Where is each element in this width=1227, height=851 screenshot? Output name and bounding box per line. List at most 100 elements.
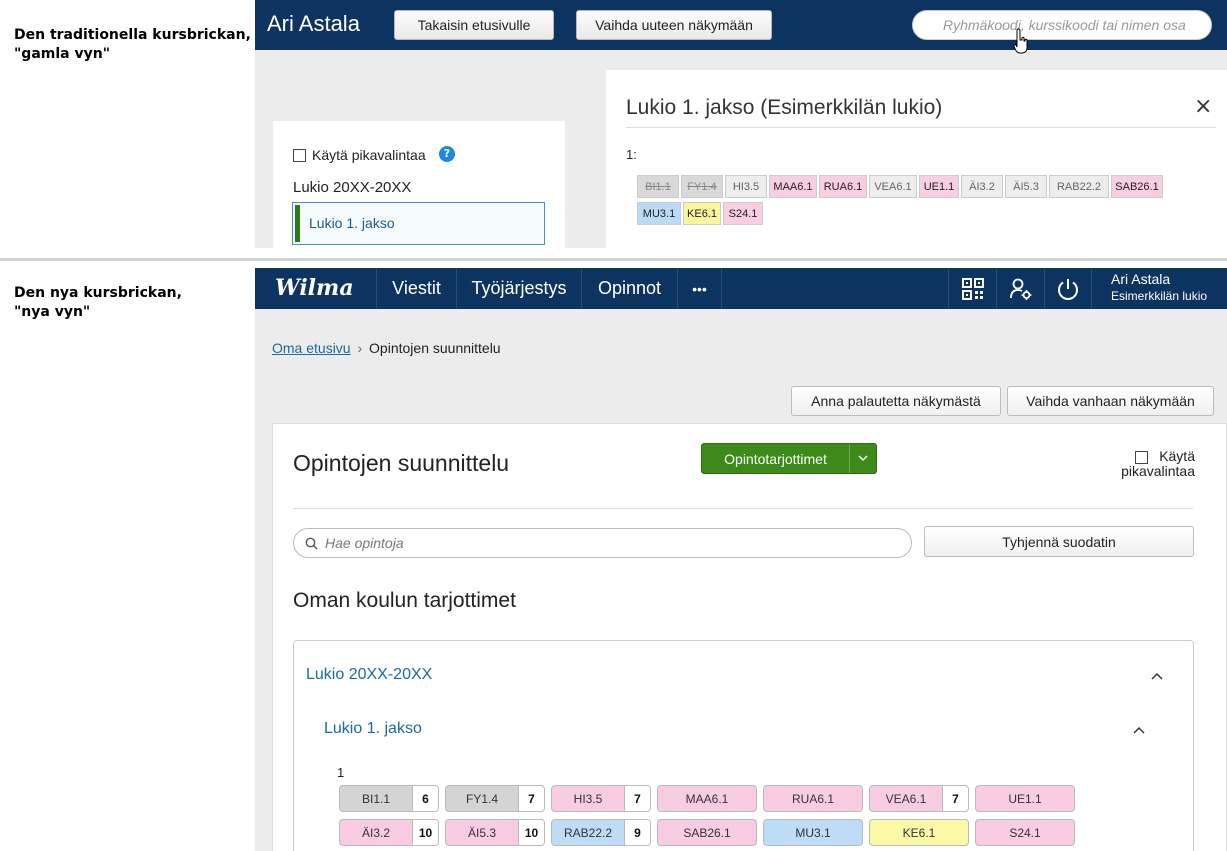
search-placeholder: Hae opintoja	[325, 535, 404, 551]
help-icon[interactable]: ?	[439, 146, 455, 162]
course-chip[interactable]: S24.1	[975, 819, 1075, 846]
old-quick-select-checkbox[interactable]	[293, 149, 306, 162]
old-course-panel: Lukio 1. jakso (Esimerkkilän lukio) × 1:…	[606, 70, 1227, 248]
course-chip[interactable]: UE1.1	[975, 785, 1075, 812]
breadcrumb: Oma etusivu › Opintojen suunnittelu	[272, 340, 501, 356]
power-logout-icon[interactable]	[1044, 268, 1092, 309]
course-chip[interactable]: RUA6.1	[763, 785, 863, 812]
divider	[293, 508, 1193, 509]
old-period-item[interactable]: Lukio 1. jakso	[292, 202, 545, 245]
course-chip[interactable]: UE1.1	[919, 175, 959, 198]
course-chip[interactable]: VEA6.1 7	[869, 785, 969, 812]
close-icon[interactable]: ×	[1194, 96, 1212, 118]
top-navigation: Wilma Viestit Työjärjestys Opinnot ••• A…	[255, 268, 1227, 309]
course-chip[interactable]: MAA6.1	[657, 785, 757, 812]
course-code: BI1.1	[361, 791, 391, 806]
course-code: FY1.4	[465, 791, 498, 806]
course-chip[interactable]: MAA6.1	[769, 175, 817, 198]
back-to-home-button[interactable]: Takaisin etusivulle	[394, 10, 554, 40]
breadcrumb-home-link[interactable]: Oma etusivu	[272, 340, 351, 356]
course-chip[interactable]: RAB22.2	[1049, 175, 1109, 198]
nav-messages[interactable]: Viestit	[376, 268, 456, 309]
course-code: RAB22.2	[563, 825, 613, 840]
user-settings-icon[interactable]	[996, 268, 1044, 309]
period-accordion-header[interactable]: Lukio 1. jakso	[324, 720, 422, 738]
course-code: VEA6.1	[885, 791, 927, 806]
course-count: 10	[412, 820, 438, 845]
course-count: 7	[942, 786, 968, 811]
offerings-split-button[interactable]: Opintotarjottimet	[701, 443, 877, 474]
nav-studies[interactable]: Opinnot	[581, 268, 677, 309]
old-quick-select-label: Käytä pikavalintaa	[312, 147, 426, 163]
wilma-logo[interactable]: Wilma	[275, 275, 354, 301]
course-chip[interactable]: BI1.1 6	[339, 785, 439, 812]
course-code: KE6.1	[902, 825, 936, 840]
course-code: UE1.1	[1008, 791, 1042, 806]
study-planning-card: Opintojen suunnittelu Opintotarjottimet …	[272, 423, 1227, 851]
course-chip[interactable]: VEA6.1	[869, 175, 917, 198]
clear-filter-button[interactable]: Tyhjennä suodatin	[924, 526, 1194, 557]
course-chip[interactable]: ÄI3.2 10	[339, 819, 439, 846]
course-code: MAA6.1	[685, 791, 729, 806]
course-chip[interactable]: FY1.4	[681, 175, 723, 198]
nav-timetable[interactable]: Työjärjestys	[456, 268, 581, 309]
old-year-label: Lukio 20XX-20XX	[293, 179, 412, 196]
nav-more[interactable]: •••	[677, 268, 722, 309]
period-selected-bar	[295, 205, 300, 242]
year-accordion-header[interactable]: Lukio 20XX-20XX	[306, 666, 432, 684]
quick-select-label: Käytä pikavalintaa	[1121, 448, 1195, 479]
chevron-up-icon[interactable]	[1151, 672, 1163, 680]
old-search-placeholder: Ryhmäkoodi, kurssikoodi tai nimen osa	[943, 17, 1186, 33]
course-chip[interactable]: RUA6.1	[819, 175, 867, 198]
course-chip[interactable]: FY1.4 7	[445, 785, 545, 812]
old-period-label: Lukio 1. jakso	[309, 215, 395, 231]
breadcrumb-current: Opintojen suunnittelu	[369, 340, 501, 356]
course-count: 7	[518, 786, 544, 811]
switch-to-old-view-button[interactable]: Vaihda vanhaan näkymään	[1007, 386, 1214, 416]
section-heading: Oman koulun tarjottimet	[293, 589, 516, 612]
study-search-input[interactable]: Hae opintoja	[293, 528, 912, 558]
chevron-down-icon[interactable]	[849, 444, 876, 473]
give-feedback-button[interactable]: Anna palautetta näkymästä	[791, 386, 1001, 416]
school-name: Esimerkkilän lukio	[1111, 289, 1208, 303]
course-chip[interactable]: MU3.1	[637, 202, 681, 225]
course-count: 9	[624, 820, 650, 845]
offerings-button-label[interactable]: Opintotarjottimet	[702, 444, 849, 473]
course-chip[interactable]: KE6.1	[683, 202, 721, 225]
search-icon	[305, 537, 318, 550]
old-row-number: 1:	[626, 147, 637, 162]
course-chip[interactable]: BI1.1	[637, 175, 679, 198]
course-chip[interactable]: HI3.5	[725, 175, 767, 198]
course-chip[interactable]: ÄI5.3 10	[445, 819, 545, 846]
course-chip[interactable]: SAB26.1	[657, 819, 757, 846]
switch-to-new-view-button[interactable]: Vaihda uuteen näkymään	[576, 10, 772, 40]
user-info[interactable]: Ari Astala Esimerkkilän lukio	[1111, 271, 1207, 303]
old-view-screenshot: Ari Astala Takaisin etusivulle Vaihda uu…	[255, 0, 1227, 248]
divider	[626, 127, 1216, 128]
caption-new-view: Den nya kursbrickan, "nya vyn"	[14, 285, 182, 320]
course-chip[interactable]: ÄI5.3	[1005, 175, 1047, 198]
course-code: MU3.1	[795, 825, 831, 840]
old-sidebar-panel: Käytä pikavalintaa ? Lukio 20XX-20XX Luk…	[273, 121, 565, 248]
user-name: Ari Astala	[1111, 271, 1171, 287]
course-chip[interactable]: MU3.1	[763, 819, 863, 846]
course-chip[interactable]: HI3.5 7	[551, 785, 651, 812]
course-code: HI3.5	[573, 791, 603, 806]
qr-code-icon[interactable]	[948, 268, 996, 309]
offering-accordion: Lukio 20XX-20XX Lukio 1. jakso 1 BI1.1 6 F…	[293, 640, 1194, 851]
row-number: 1	[337, 765, 345, 780]
course-code: ÄI5.3	[467, 825, 497, 840]
old-user-name: Ari Astala	[267, 11, 360, 36]
course-code: S24.1	[1009, 825, 1041, 840]
course-chip[interactable]: ÄI3.2	[961, 175, 1003, 198]
course-chip[interactable]: SAB26.1	[1111, 175, 1163, 198]
old-search-input[interactable]: Ryhmäkoodi, kurssikoodi tai nimen osa	[912, 10, 1212, 40]
new-view-screenshot: Wilma Viestit Työjärjestys Opinnot ••• A…	[255, 268, 1227, 851]
chevron-up-icon[interactable]	[1133, 726, 1145, 734]
course-chip[interactable]: S24.1	[723, 202, 763, 225]
course-chip[interactable]: KE6.1	[869, 819, 969, 846]
course-count: 6	[412, 786, 438, 811]
course-chip[interactable]: RAB22.2 9	[551, 819, 651, 846]
old-header: Ari Astala Takaisin etusivulle Vaihda uu…	[255, 0, 1227, 50]
section-divider	[0, 258, 1227, 261]
